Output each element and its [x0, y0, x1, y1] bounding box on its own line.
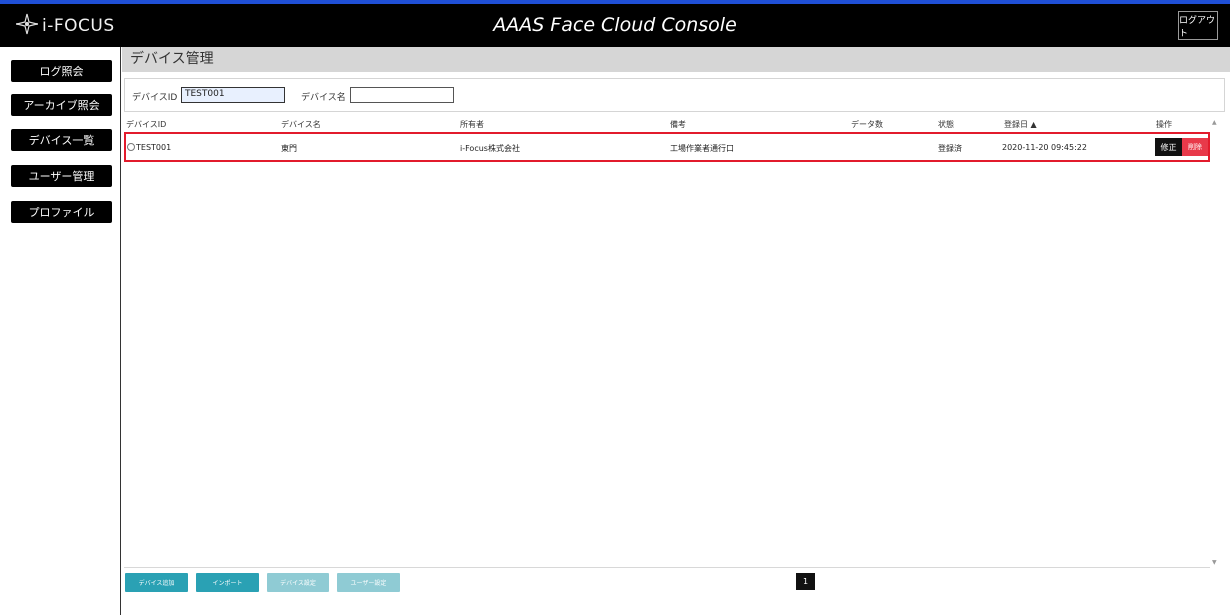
main-content: デバイス管理 デバイスID TEST001 デバイス名 デバイスID デバイス名…	[122, 47, 1230, 615]
triangle-down-icon[interactable]: ▼	[1212, 559, 1217, 566]
device-table: TEST001 東門 i-Focus株式会社 工場作業者通行口 登録済 2020…	[124, 132, 1210, 568]
sidebar-item-user-management[interactable]: ユーザー管理	[11, 165, 112, 187]
device-id-label: デバイスID	[132, 93, 178, 103]
table-header: デバイスID デバイス名 所有者 備考 データ数 状態 登録日 ▲ 操作	[124, 119, 1210, 131]
page-title: デバイス管理	[122, 47, 1230, 72]
row-select-radio[interactable]	[127, 143, 135, 151]
column-header-status[interactable]: 状態	[938, 119, 954, 130]
device-id-value: TEST001	[136, 143, 172, 152]
logout-button[interactable]: ログアウト	[1178, 11, 1218, 40]
pagination-page-1[interactable]: 1	[796, 573, 815, 590]
column-header-actions: 操作	[1156, 120, 1172, 129]
app-header: i-FOCUS AAAS Face Cloud Console ログアウト	[0, 4, 1230, 47]
edit-button[interactable]: 修正	[1155, 138, 1182, 156]
sidebar-item-archive-inquiry[interactable]: アーカイブ照会	[11, 94, 112, 116]
note-cell: 工場作業者通行口	[670, 144, 734, 153]
table-row[interactable]: TEST001 東門 i-Focus株式会社 工場作業者通行口 登録済 2020…	[124, 132, 1210, 162]
column-header-device-id[interactable]: デバイスID	[126, 119, 166, 130]
sidebar-item-profile[interactable]: プロファイル	[11, 201, 112, 223]
triangle-up-icon[interactable]: ▲	[1212, 119, 1217, 126]
sidebar-item-log-inquiry[interactable]: ログ照会	[11, 60, 112, 82]
column-header-owner[interactable]: 所有者	[460, 119, 484, 130]
registered-date-cell: 2020-11-20 09:45:22	[1002, 143, 1087, 152]
device-id-input[interactable]: TEST001	[181, 87, 285, 103]
status-cell: 登録済	[938, 144, 962, 153]
device-name-label: デバイス名	[301, 93, 346, 103]
device-settings-button[interactable]: デバイス設定	[267, 573, 329, 592]
owner-cell: i-Focus株式会社	[460, 144, 520, 153]
column-header-data-count[interactable]: データ数	[851, 119, 883, 130]
sidebar: ログ照会 アーカイブ照会 デバイス一覧 ユーザー管理 プロファイル	[0, 47, 121, 615]
column-header-registered-date[interactable]: 登録日 ▲	[1004, 119, 1037, 130]
delete-button[interactable]: 削除	[1182, 138, 1208, 156]
user-settings-button[interactable]: ユーザー設定	[337, 573, 400, 592]
device-name-cell: 東門	[281, 144, 297, 153]
import-button[interactable]: インポート	[196, 573, 259, 592]
column-header-note[interactable]: 備考	[670, 119, 686, 130]
filter-panel: デバイスID TEST001 デバイス名	[124, 78, 1225, 112]
app-title: AAAS Face Cloud Console	[493, 14, 737, 36]
device-id-cell: TEST001	[127, 143, 171, 152]
device-name-input[interactable]	[350, 87, 454, 103]
add-device-button[interactable]: デバイス追加	[125, 573, 188, 592]
column-header-device-name[interactable]: デバイス名	[281, 119, 321, 130]
sidebar-item-device-list[interactable]: デバイス一覧	[11, 129, 112, 151]
